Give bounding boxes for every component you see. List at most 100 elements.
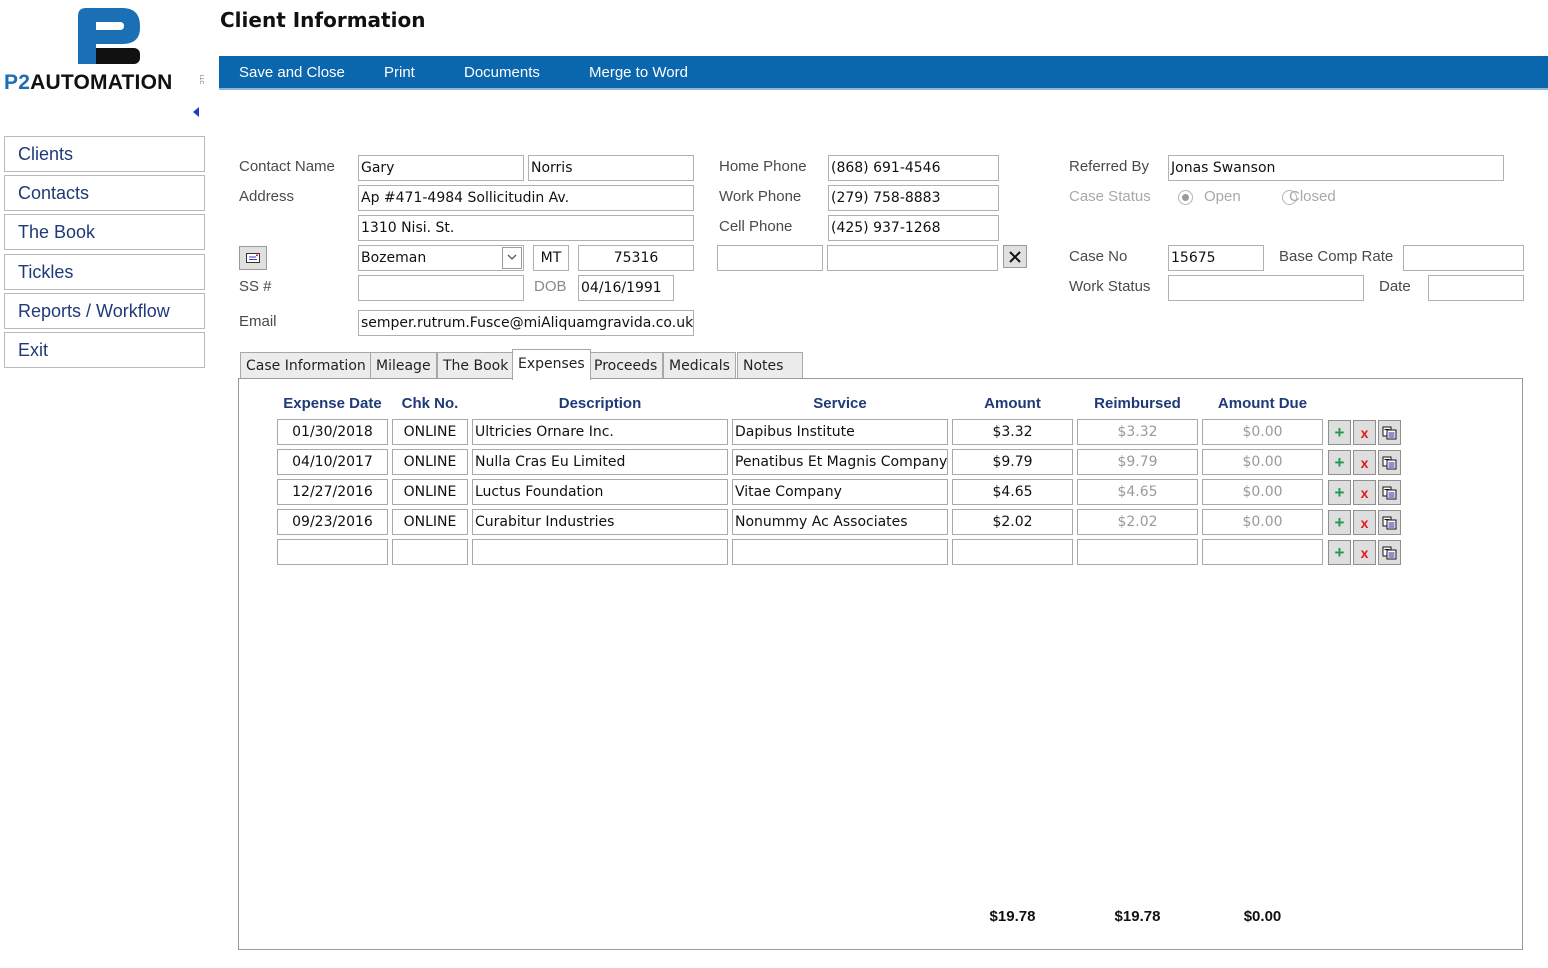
description-cell[interactable]: Ultricies Ornare Inc.: [472, 419, 728, 445]
expense-date-cell[interactable]: 01/30/2018: [277, 419, 388, 445]
expense-date-cell[interactable]: 12/27/2016: [277, 479, 388, 505]
email-field[interactable]: semper.rutrum.Fusce@miAliquamgravida.co.…: [358, 310, 694, 336]
zip-field[interactable]: 75316: [578, 245, 694, 271]
extra-phone-type-field[interactable]: [717, 245, 823, 271]
copy-row-button[interactable]: [1378, 480, 1401, 505]
first-name-field[interactable]: Gary: [358, 155, 524, 181]
chk-no-cell[interactable]: ONLINE: [392, 419, 468, 445]
amount-cell[interactable]: $4.65: [952, 479, 1073, 505]
envelope-button[interactable]: [239, 246, 267, 270]
tab-mileage[interactable]: Mileage: [370, 352, 437, 379]
add-row-button[interactable]: +: [1328, 480, 1351, 505]
sidebar-item-contacts[interactable]: Contacts: [4, 175, 205, 211]
reimbursed-cell[interactable]: $3.32: [1077, 419, 1198, 445]
close-icon: [1009, 250, 1021, 263]
city-dropdown-button[interactable]: [502, 247, 522, 269]
dob-field[interactable]: 04/16/1991: [578, 275, 674, 301]
amount-due-cell[interactable]: $0.00: [1202, 419, 1323, 445]
case-status-open-radio[interactable]: [1178, 190, 1193, 205]
copy-row-button[interactable]: [1378, 450, 1401, 475]
amount-due-cell[interactable]: [1202, 539, 1323, 565]
amount-cell[interactable]: [952, 539, 1073, 565]
expense-date-cell[interactable]: 09/23/2016: [277, 509, 388, 535]
chk-no-cell[interactable]: ONLINE: [392, 449, 468, 475]
sidebar-item-tickles[interactable]: Tickles: [4, 254, 205, 290]
delete-row-button[interactable]: x: [1353, 510, 1376, 535]
copy-row-button[interactable]: [1378, 510, 1401, 535]
description-cell[interactable]: [472, 539, 728, 565]
copy-icon: [1382, 516, 1397, 529]
description-cell[interactable]: Luctus Foundation: [472, 479, 728, 505]
add-row-button[interactable]: +: [1328, 450, 1351, 475]
delete-icon: x: [1360, 544, 1369, 561]
delete-row-button[interactable]: x: [1353, 540, 1376, 565]
add-row-button[interactable]: +: [1328, 510, 1351, 535]
clear-phone-button[interactable]: [1003, 245, 1027, 268]
copy-row-button[interactable]: [1378, 540, 1401, 565]
work-phone-field[interactable]: (279) 758-8883: [828, 185, 999, 211]
column-header-amount-due: Amount Due: [1217, 395, 1308, 412]
delete-row-button[interactable]: x: [1353, 450, 1376, 475]
expense-date-cell[interactable]: [277, 539, 388, 565]
work-status-field[interactable]: [1168, 275, 1364, 301]
last-name-field[interactable]: Norris: [528, 155, 694, 181]
sidebar-item-reports-workflow[interactable]: Reports / Workflow: [4, 293, 205, 329]
merge-to-word-button[interactable]: Merge to Word: [589, 56, 688, 90]
amount-cell[interactable]: $2.02: [952, 509, 1073, 535]
address-line2-field[interactable]: 1310 Nisi. St.: [358, 215, 694, 241]
sidebar-item-exit[interactable]: Exit: [4, 332, 205, 368]
chk-no-cell[interactable]: ONLINE: [392, 509, 468, 535]
page-title: Client Information: [220, 8, 426, 32]
tab-the-book[interactable]: The Book: [437, 352, 515, 379]
reimbursed-cell[interactable]: $2.02: [1077, 509, 1198, 535]
tab-proceeds[interactable]: Proceeds: [588, 352, 664, 379]
chk-no-cell[interactable]: [392, 539, 468, 565]
save-and-close-button[interactable]: Save and Close: [239, 56, 345, 90]
extra-phone-field[interactable]: [827, 245, 998, 271]
reimbursed-cell[interactable]: $4.65: [1077, 479, 1198, 505]
base-comp-rate-field[interactable]: [1403, 245, 1524, 271]
service-cell[interactable]: Penatibus Et Magnis Company: [732, 449, 948, 475]
service-cell[interactable]: Dapibus Institute: [732, 419, 948, 445]
city-combo[interactable]: Bozeman: [358, 245, 524, 271]
delete-row-button[interactable]: x: [1353, 480, 1376, 505]
sidebar-item-the-book[interactable]: The Book: [4, 214, 205, 250]
column-header-amount: Amount: [984, 395, 1041, 412]
service-cell[interactable]: [732, 539, 948, 565]
add-row-button[interactable]: +: [1328, 540, 1351, 565]
chk-no-cell[interactable]: ONLINE: [392, 479, 468, 505]
ss-label: SS #: [239, 278, 272, 295]
amount-due-cell[interactable]: $0.00: [1202, 449, 1323, 475]
tab-notes[interactable]: Notes: [737, 352, 803, 379]
envelope-icon: [246, 253, 260, 263]
ss-field[interactable]: [358, 275, 524, 301]
description-cell[interactable]: Nulla Cras Eu Limited: [472, 449, 728, 475]
documents-button[interactable]: Documents: [464, 56, 540, 90]
amount-cell[interactable]: $9.79: [952, 449, 1073, 475]
date-field[interactable]: [1428, 275, 1524, 301]
tab-case-information[interactable]: Case Information: [240, 352, 372, 379]
home-phone-field[interactable]: (868) 691-4546: [828, 155, 999, 181]
add-row-button[interactable]: +: [1328, 420, 1351, 445]
referred-by-field[interactable]: Jonas Swanson: [1168, 155, 1504, 181]
description-cell[interactable]: Curabitur Industries: [472, 509, 728, 535]
reimbursed-cell[interactable]: [1077, 539, 1198, 565]
state-field[interactable]: MT: [533, 245, 569, 271]
service-cell[interactable]: Nonummy Ac Associates: [732, 509, 948, 535]
cell-phone-field[interactable]: (425) 937-1268: [828, 215, 999, 241]
copy-row-button[interactable]: [1378, 420, 1401, 445]
amount-cell[interactable]: $3.32: [952, 419, 1073, 445]
print-button[interactable]: Print: [384, 56, 415, 90]
address-line1-field[interactable]: Ap #471-4984 Sollicitudin Av.: [358, 185, 694, 211]
case-no-field[interactable]: 15675: [1168, 245, 1264, 271]
amount-due-cell[interactable]: $0.00: [1202, 479, 1323, 505]
tab-medicals[interactable]: Medicals: [663, 352, 736, 379]
collapse-sidebar-icon[interactable]: [193, 107, 199, 117]
amount-due-cell[interactable]: $0.00: [1202, 509, 1323, 535]
delete-row-button[interactable]: x: [1353, 420, 1376, 445]
service-cell[interactable]: Vitae Company: [732, 479, 948, 505]
expense-date-cell[interactable]: 04/10/2017: [277, 449, 388, 475]
sidebar-item-clients[interactable]: Clients: [4, 136, 205, 172]
reimbursed-cell[interactable]: $9.79: [1077, 449, 1198, 475]
tab-expenses[interactable]: Expenses: [512, 349, 591, 380]
